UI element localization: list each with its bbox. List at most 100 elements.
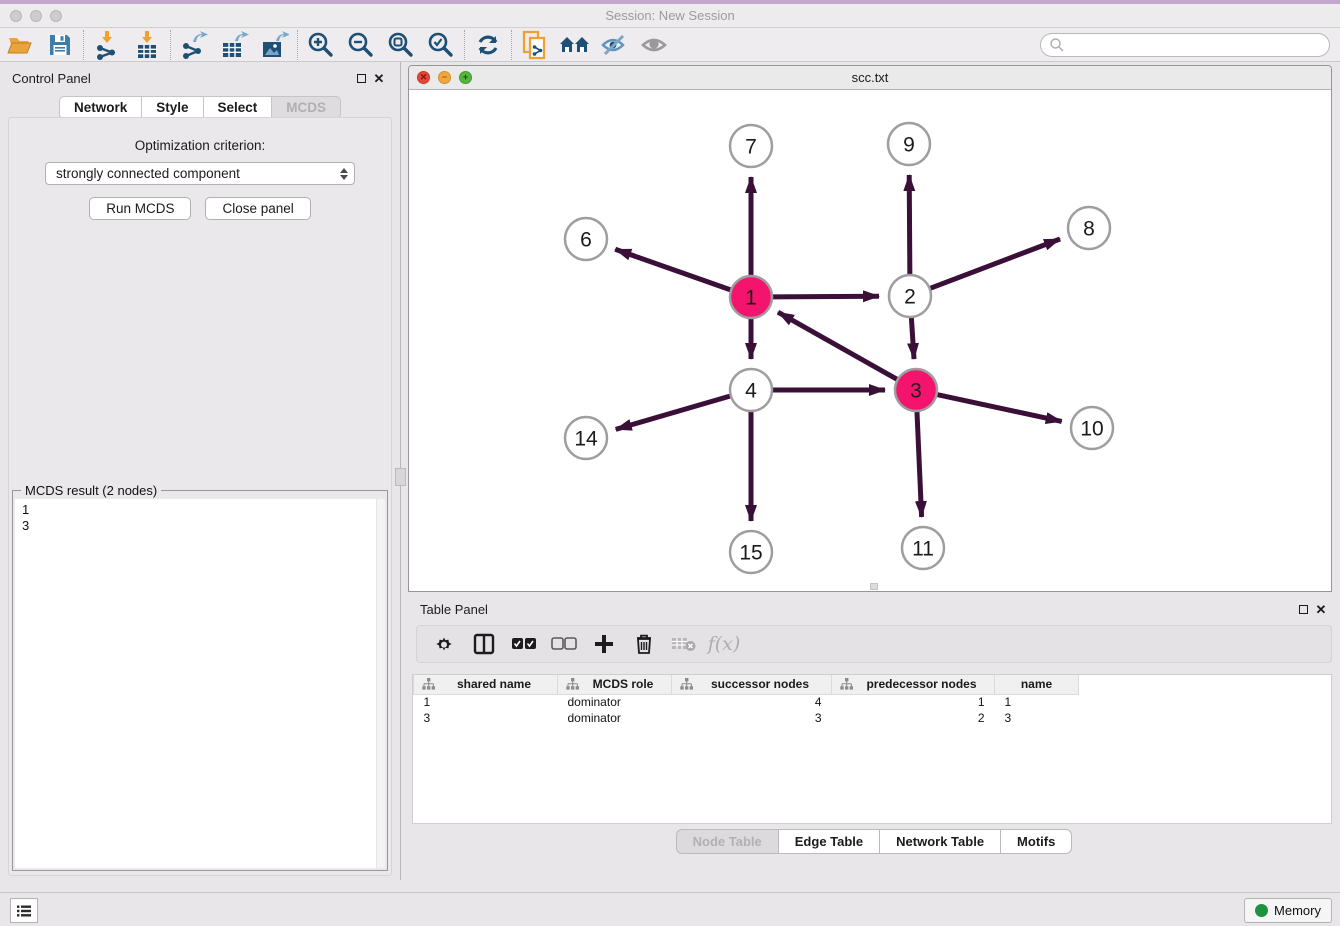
function-builder-icon[interactable]: f(x) <box>707 628 741 660</box>
tab-mcds[interactable]: MCDS <box>271 96 341 119</box>
table-cell[interactable]: 1 <box>414 694 558 710</box>
table-cell[interactable]: 4 <box>672 694 832 710</box>
toolbar-separator <box>297 30 298 60</box>
graph-edge-2-9[interactable] <box>909 175 910 274</box>
close-panel-button[interactable]: ✕ <box>370 69 388 87</box>
export-image-icon[interactable] <box>254 29 294 61</box>
import-table-icon[interactable] <box>127 29 167 61</box>
graph-node-label: 14 <box>574 428 598 451</box>
mcds-tab-content: Optimization criterion: strongly connect… <box>8 117 392 876</box>
graph-edge-3-11[interactable] <box>917 412 922 517</box>
node-table: shared name MCDS role successor nodes pr… <box>412 674 1332 824</box>
graph-edge-2-8[interactable] <box>931 239 1060 288</box>
import-network-icon[interactable] <box>87 29 127 61</box>
delete-column-icon[interactable] <box>627 628 661 660</box>
table-cell[interactable]: 1 <box>832 694 995 710</box>
task-history-button[interactable] <box>10 898 38 923</box>
tab-select[interactable]: Select <box>203 96 272 119</box>
open-session-icon[interactable] <box>0 29 40 61</box>
table-cell[interactable]: 3 <box>672 710 832 726</box>
tab-network-table[interactable]: Network Table <box>879 829 1000 854</box>
export-network-icon[interactable] <box>174 29 214 61</box>
select-stepper-icon <box>340 168 348 180</box>
tab-edge-table[interactable]: Edge Table <box>778 829 879 854</box>
table-row[interactable]: 3dominator323 <box>414 710 1332 726</box>
select-all-checkboxes-icon[interactable] <box>507 628 541 660</box>
float-panel-button[interactable] <box>352 69 370 87</box>
result-item: 3 <box>22 518 385 534</box>
canvas-resize-handle[interactable] <box>870 583 878 590</box>
memory-button[interactable]: Memory <box>1244 898 1332 923</box>
table-toolbar: f(x) <box>416 625 1332 663</box>
status-bar: Memory <box>0 892 1340 926</box>
column-header-successor-nodes[interactable]: successor nodes <box>672 675 832 694</box>
zoom-selected-icon[interactable] <box>421 29 461 61</box>
first-neighbors-icon[interactable] <box>555 29 595 61</box>
result-item: 1 <box>22 502 385 518</box>
split-view-icon[interactable] <box>467 628 501 660</box>
network-canvas[interactable]: 7968124314101511 <box>409 90 1331 591</box>
show-all-icon[interactable] <box>635 29 675 61</box>
zoom-out-icon[interactable] <box>341 29 381 61</box>
table-cell[interactable]: 3 <box>995 710 1079 726</box>
panel-splitter-handle[interactable] <box>395 468 406 486</box>
graph-edge-1-6[interactable] <box>615 249 730 289</box>
column-header-predecessor-nodes[interactable]: predecessor nodes <box>832 675 995 694</box>
result-scrollbar[interactable] <box>376 499 385 868</box>
graph-edge-2-3[interactable] <box>911 318 914 359</box>
table-cell[interactable]: dominator <box>558 710 672 726</box>
graph-edge-3-10[interactable] <box>938 395 1062 422</box>
table-cell[interactable]: 1 <box>995 694 1079 710</box>
search-icon <box>1049 37 1065 53</box>
table-cell[interactable]: 3 <box>414 710 558 726</box>
zoom-in-icon[interactable] <box>301 29 341 61</box>
tab-style[interactable]: Style <box>141 96 202 119</box>
table-cell[interactable]: 2 <box>832 710 995 726</box>
tab-network[interactable]: Network <box>59 96 141 119</box>
column-header-name[interactable]: name <box>995 675 1079 694</box>
close-table-panel-button[interactable]: ✕ <box>1312 600 1330 618</box>
optimization-criterion-select[interactable]: strongly connected component <box>45 162 355 185</box>
close-panel-button-mcds[interactable]: Close panel <box>205 197 310 220</box>
toolbar-separator <box>464 30 465 60</box>
toolbar-separator <box>511 30 512 60</box>
float-table-panel-button[interactable] <box>1294 600 1312 618</box>
hierarchy-icon <box>680 678 693 690</box>
add-column-icon[interactable] <box>587 628 621 660</box>
memory-label: Memory <box>1274 903 1321 918</box>
tab-motifs[interactable]: Motifs <box>1000 829 1072 854</box>
graph-edge-1-2[interactable] <box>773 296 879 297</box>
hierarchy-icon <box>840 678 853 690</box>
main-toolbar <box>0 28 1340 62</box>
refresh-view-icon[interactable] <box>468 29 508 61</box>
table-cell[interactable]: dominator <box>558 694 672 710</box>
export-table-icon[interactable] <box>214 29 254 61</box>
graph-node-label: 1 <box>745 287 757 310</box>
clone-network-icon[interactable] <box>515 29 555 61</box>
app-titlebar: Session: New Session <box>0 4 1340 28</box>
zoom-fit-icon[interactable] <box>381 29 421 61</box>
run-mcds-button[interactable]: Run MCDS <box>89 197 191 220</box>
tab-node-table[interactable]: Node Table <box>676 829 778 854</box>
table-settings-icon[interactable] <box>427 628 461 660</box>
save-session-icon[interactable] <box>40 29 80 61</box>
column-header-shared-name[interactable]: shared name <box>414 675 558 694</box>
graph-node-label: 15 <box>739 542 762 565</box>
search-input[interactable] <box>1040 33 1330 57</box>
delete-table-icon[interactable] <box>667 628 701 660</box>
app-title: Session: New Session <box>0 8 1340 23</box>
graph-edge-4-14[interactable] <box>616 396 730 429</box>
network-graph: 7968124314101511 <box>409 90 1331 591</box>
table-row[interactable]: 1dominator411 <box>414 694 1332 710</box>
hide-selected-icon[interactable] <box>595 29 635 61</box>
graph-node-label: 10 <box>1080 418 1103 441</box>
deselect-all-checkboxes-icon[interactable] <box>547 628 581 660</box>
control-panel-title: Control Panel <box>12 71 352 86</box>
network-window-titlebar[interactable]: ✕ − + scc.txt <box>409 66 1331 90</box>
graph-node-label: 9 <box>903 134 915 157</box>
control-panel: Control Panel ✕ Network Style Select MCD… <box>0 62 401 880</box>
hierarchy-icon <box>422 678 435 690</box>
graph-edge-3-1[interactable] <box>778 312 897 379</box>
column-header-mcds-role[interactable]: MCDS role <box>558 675 672 694</box>
mcds-result-list[interactable]: 1 3 <box>15 499 385 868</box>
